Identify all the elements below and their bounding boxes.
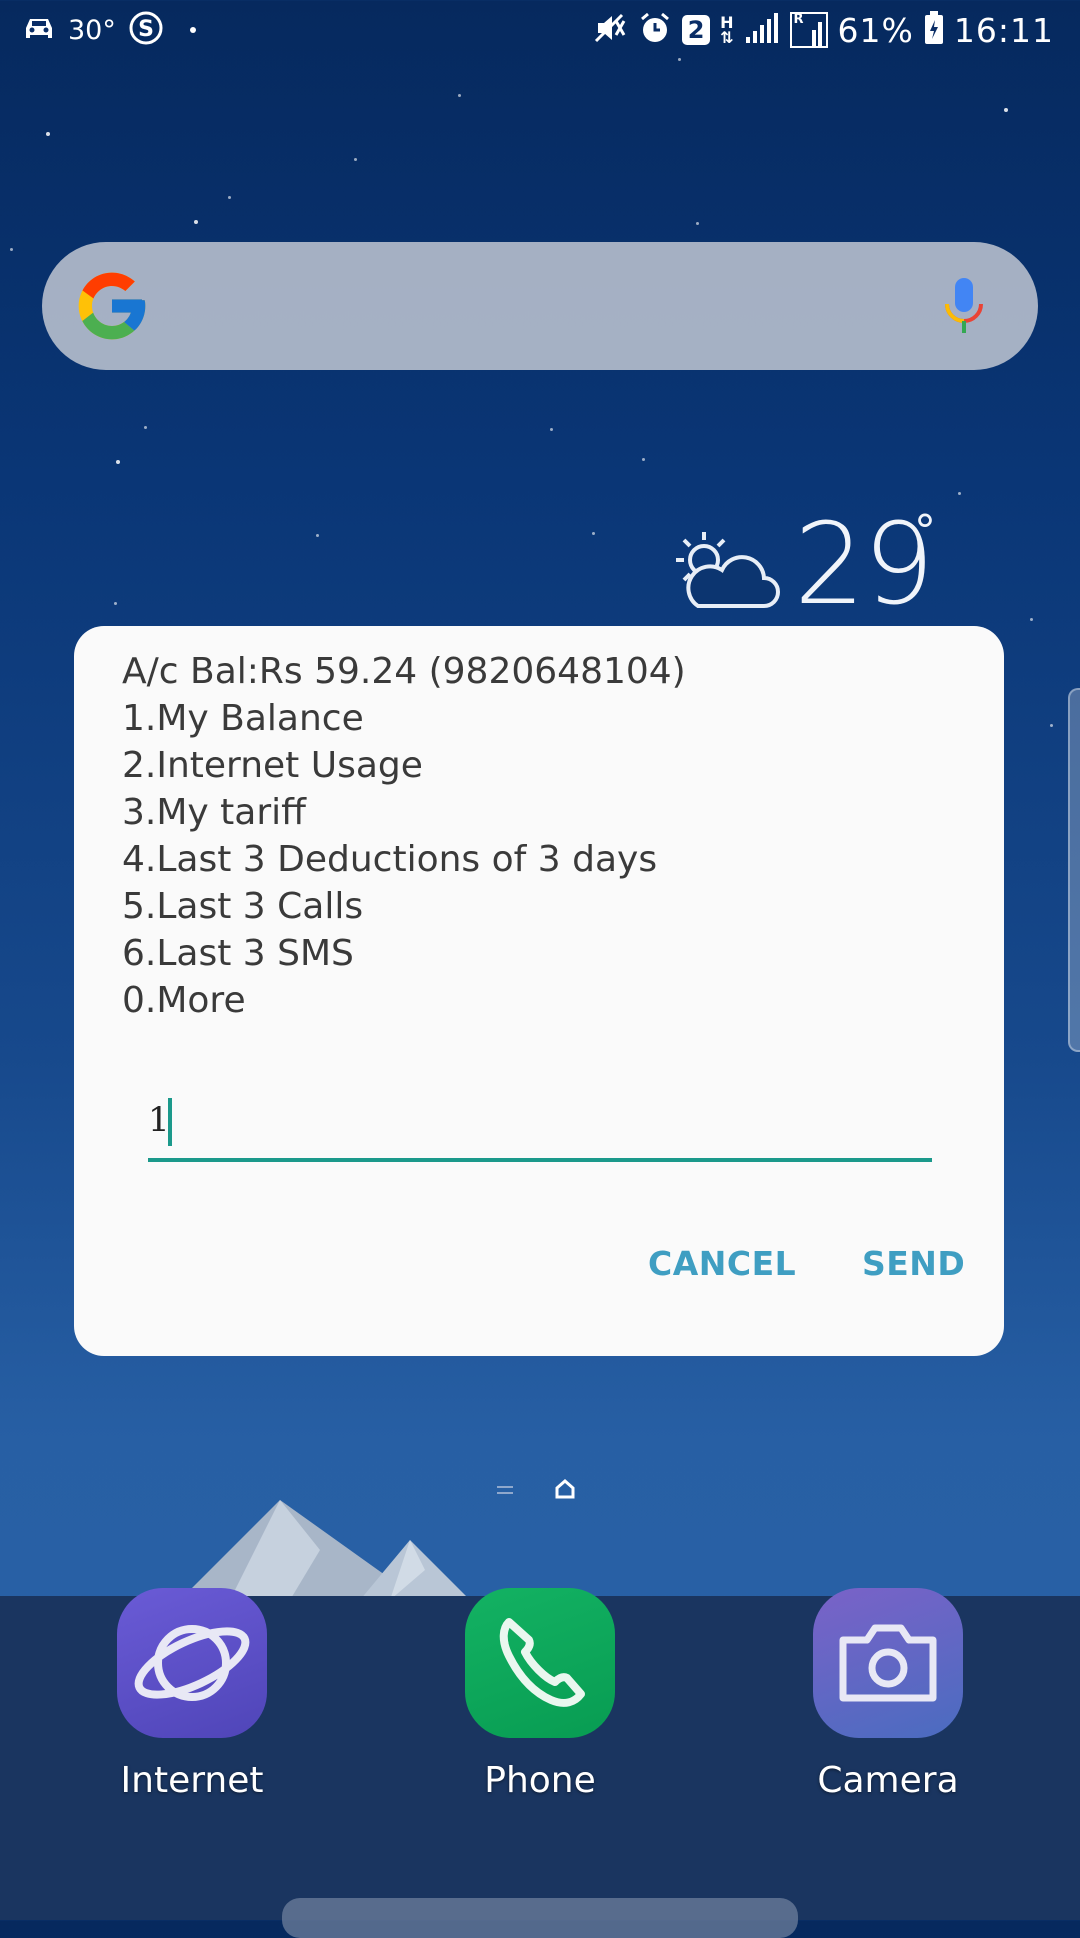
reply-input[interactable]: 1 xyxy=(148,1088,932,1162)
star xyxy=(1050,724,1053,727)
star xyxy=(144,426,147,429)
ussd-message: A/c Bal:Rs 59.24 (9820648104) 1.My Balan… xyxy=(122,648,962,1024)
star xyxy=(116,460,120,464)
reply-input-value: 1 xyxy=(148,1100,170,1140)
network-type-icon: H ⇅ xyxy=(720,15,734,47)
status-temperature: 30° xyxy=(68,14,116,46)
star xyxy=(1004,108,1008,112)
mute-icon xyxy=(592,11,628,49)
star xyxy=(114,602,117,605)
apps-drawer-handle[interactable] xyxy=(282,1898,798,1938)
battery-icon xyxy=(924,11,944,49)
battery-percentage: 61% xyxy=(837,10,914,50)
star xyxy=(550,428,553,431)
ussd-dialog: A/c Bal:Rs 59.24 (9820648104) 1.My Balan… xyxy=(74,626,1004,1356)
menu-page-icon xyxy=(496,1482,514,1501)
degree-symbol: ° xyxy=(914,506,936,557)
app-label: Phone xyxy=(484,1760,596,1801)
app-camera[interactable]: Camera xyxy=(798,1588,978,1801)
partly-cloudy-icon xyxy=(668,526,780,614)
camera-icon[interactable] xyxy=(813,1588,963,1738)
message-line: 6.Last 3 SMS xyxy=(122,933,354,974)
car-icon xyxy=(22,14,56,46)
star xyxy=(316,534,319,537)
message-line: 5.Last 3 Calls xyxy=(122,886,364,927)
message-line: 2.Internet Usage xyxy=(122,745,423,786)
page-indicator xyxy=(496,1478,576,1504)
star xyxy=(458,94,461,97)
star xyxy=(592,532,595,535)
home-page-icon xyxy=(554,1478,576,1504)
app-phone[interactable]: Phone xyxy=(450,1588,630,1801)
message-line: 0.More xyxy=(122,980,246,1021)
skype-icon: S xyxy=(128,10,164,50)
star xyxy=(958,492,961,495)
data-arrows-icon: ⇅ xyxy=(720,28,734,47)
star xyxy=(194,220,198,224)
roaming-signal-icon: R xyxy=(789,12,828,48)
signal-icon xyxy=(744,11,780,49)
svg-text:S: S xyxy=(138,17,154,42)
app-label: Internet xyxy=(120,1760,264,1801)
weather-temperature: 29 xyxy=(794,500,935,630)
app-internet[interactable]: Internet xyxy=(102,1588,282,1801)
star xyxy=(46,132,50,136)
alarm-icon xyxy=(638,11,672,49)
edge-panel-handle[interactable] xyxy=(1068,688,1080,1052)
mic-icon[interactable] xyxy=(942,276,986,338)
weather-widget[interactable]: 29 ° xyxy=(668,500,948,630)
google-search-bar[interactable] xyxy=(42,242,1038,370)
phone-icon[interactable] xyxy=(465,1588,615,1738)
notification-badge: 2 xyxy=(682,15,711,45)
status-bar: 30° S 2 H ⇅ R 61% 16:11 xyxy=(0,0,1080,62)
send-button[interactable]: SEND xyxy=(862,1244,965,1283)
star xyxy=(354,158,357,161)
app-label: Camera xyxy=(817,1760,959,1801)
cancel-button[interactable]: CANCEL xyxy=(648,1244,796,1283)
text-cursor xyxy=(168,1098,172,1146)
star xyxy=(642,458,645,461)
star xyxy=(10,248,13,251)
message-line: 4.Last 3 Deductions of 3 days xyxy=(122,839,658,880)
message-line: 1.My Balance xyxy=(122,698,364,739)
clock: 16:11 xyxy=(953,10,1054,50)
star xyxy=(696,222,699,225)
internet-icon[interactable] xyxy=(117,1588,267,1738)
dot-icon xyxy=(189,27,196,33)
star xyxy=(228,196,231,199)
message-line: 3.My tariff xyxy=(122,792,306,833)
star xyxy=(1030,618,1033,621)
google-icon xyxy=(72,266,152,346)
message-line: A/c Bal:Rs 59.24 (9820648104) xyxy=(122,651,686,692)
